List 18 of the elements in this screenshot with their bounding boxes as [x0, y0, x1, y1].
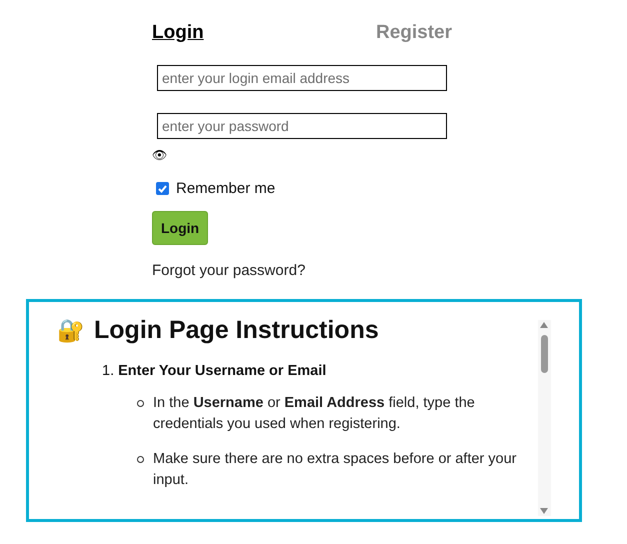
step-title: Enter Your Username or Email: [118, 363, 326, 379]
tab[interactable]: Login: [152, 22, 204, 44]
step-number: 1.: [102, 363, 114, 379]
remember-checkbox[interactable]: [156, 182, 169, 195]
forgot-password-link[interactable]: Forgot your password?: [152, 262, 452, 279]
remember-label: Remember me: [176, 180, 276, 197]
bullet-icon: [137, 400, 144, 407]
tab[interactable]: Register: [376, 22, 452, 44]
instruction-text: Make sure there are no extra spaces before or after your input.: [153, 450, 518, 490]
bullet-icon: [137, 456, 144, 463]
scrollbar[interactable]: [538, 320, 551, 516]
instructions-title: Login Page Instructions: [94, 316, 379, 345]
email-field[interactable]: enter your login email address: [157, 65, 447, 91]
instruction-text: In the Username or Email Address field, type the credentials you used when registering.: [153, 394, 476, 434]
lock-key-icon: 🔐: [57, 318, 84, 344]
password-field[interactable]: enter your password: [157, 113, 447, 139]
login-button[interactable]: Login: [152, 211, 208, 245]
show-password-button[interactable]: 👁: [152, 148, 166, 162]
